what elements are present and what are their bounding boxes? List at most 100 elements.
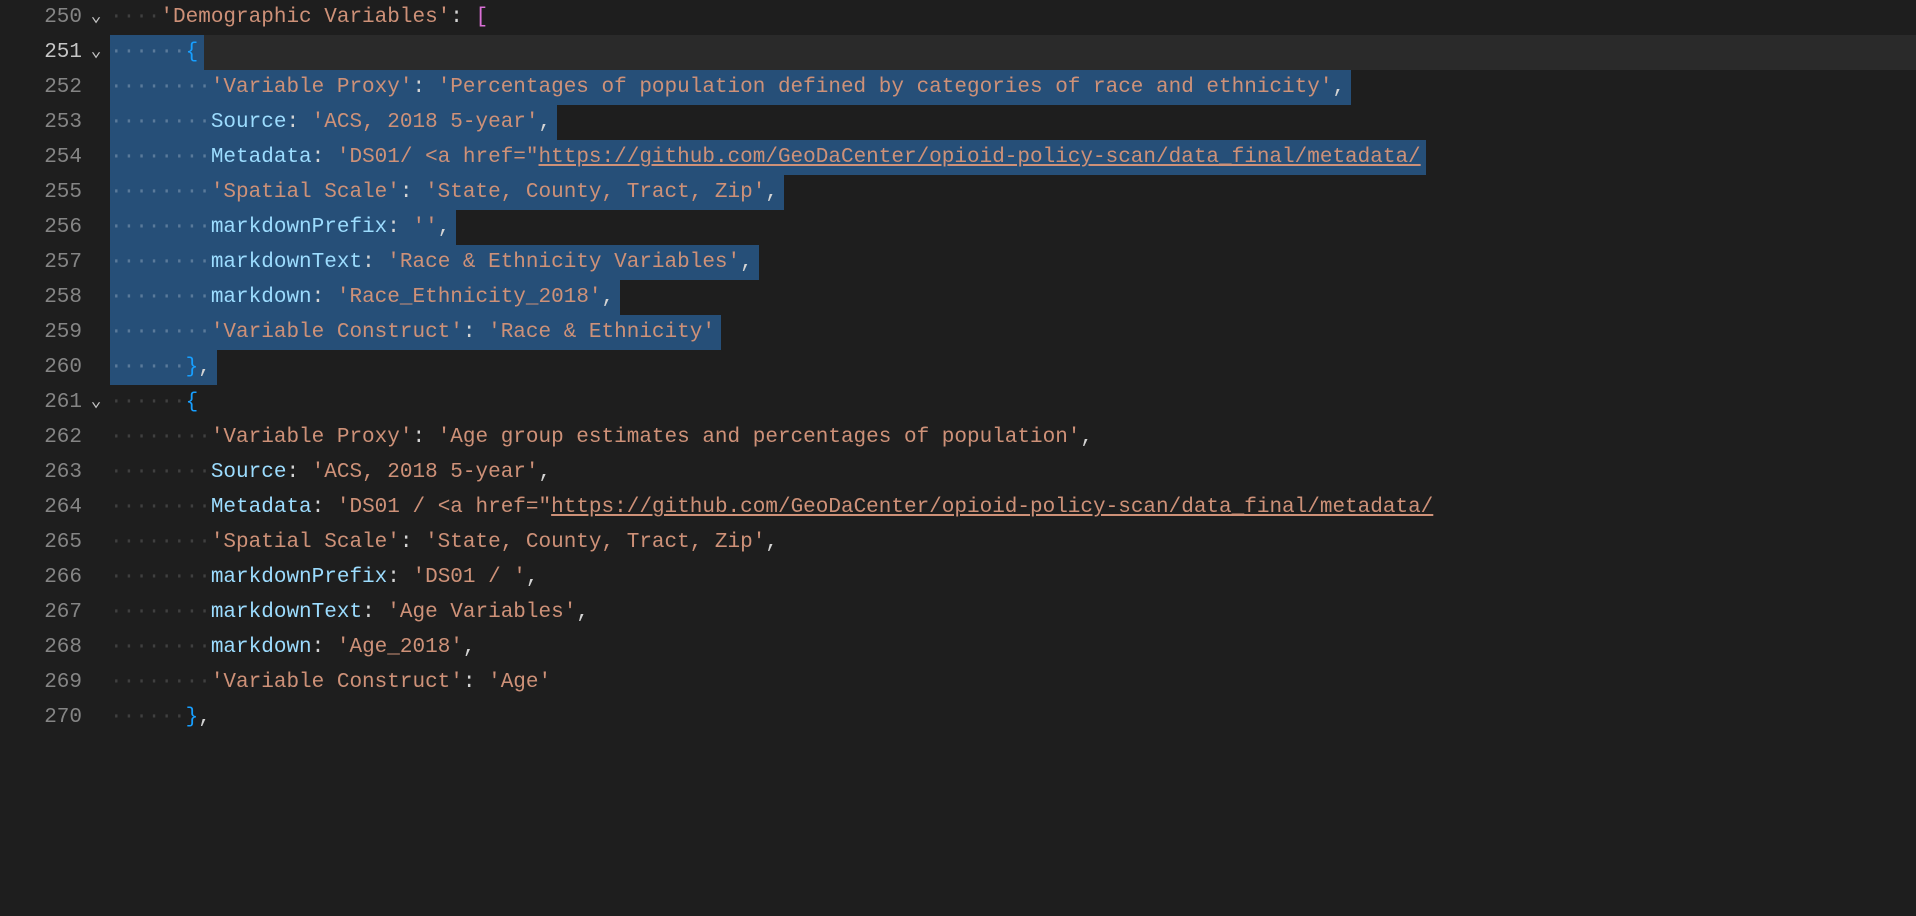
line-number[interactable]: 254	[0, 140, 110, 175]
token-punct: :	[387, 566, 412, 589]
token-punct: ,	[765, 181, 778, 204]
token-ident: markdownPrefix	[211, 566, 387, 589]
token-str: 'DS01 / <a href="	[337, 496, 551, 519]
code-line[interactable]: ········'Variable Construct': 'Race & Et…	[110, 315, 1916, 350]
token-punct: :	[286, 461, 311, 484]
token-str: 'Variable Construct'	[211, 671, 463, 694]
token-ident: markdownText	[211, 601, 362, 624]
token-str: 'Variable Proxy'	[211, 426, 413, 449]
code-line[interactable]: ········'Spatial Scale': 'State, County,…	[110, 175, 1916, 210]
line-number-gutter[interactable]: 250⌄251⌄252253254255256257258259260261⌄2…	[0, 0, 110, 735]
code-line[interactable]: ········markdownText: 'Race & Ethnicity …	[110, 245, 1916, 280]
line-number[interactable]: 266	[0, 560, 110, 595]
code-line[interactable]: ········'Variable Proxy': 'Percentages o…	[110, 70, 1916, 105]
line-number[interactable]: 255	[0, 175, 110, 210]
line-number[interactable]: 260	[0, 350, 110, 385]
code-line[interactable]: ········'Variable Proxy': 'Age group est…	[110, 420, 1916, 455]
token-punct: ,	[576, 601, 589, 624]
line-number[interactable]: 256	[0, 210, 110, 245]
token-str: 'Spatial Scale'	[211, 531, 400, 554]
token-str: 'Variable Proxy'	[211, 76, 413, 99]
token-ident: Metadata	[211, 146, 312, 169]
code-line[interactable]: ······},	[110, 350, 1916, 385]
code-line[interactable]: ····'Demographic Variables': [	[110, 0, 1916, 35]
token-str: 'Demographic Variables'	[160, 6, 450, 29]
token-punct: :	[412, 426, 437, 449]
code-line[interactable]: ······{	[110, 385, 1916, 420]
code-line[interactable]: ········Metadata: 'DS01/ <a href="https:…	[110, 140, 1916, 175]
token-ident: markdown	[211, 636, 312, 659]
token-punct: :	[312, 496, 337, 519]
token-punct: ,	[438, 216, 451, 239]
token-punct: ,	[1080, 426, 1093, 449]
fold-toggle-icon[interactable]: ⌄	[86, 385, 106, 420]
token-str: 'Percentages of population defined by ca…	[438, 76, 1333, 99]
line-number[interactable]: 269	[0, 665, 110, 700]
token-punct: :	[286, 111, 311, 134]
token-punct: ,	[198, 356, 211, 379]
token-punct: :	[400, 181, 425, 204]
fold-toggle-icon[interactable]: ⌄	[86, 35, 106, 70]
token-punct: ,	[526, 566, 539, 589]
token-punct: :	[387, 216, 412, 239]
code-line[interactable]: ········markdown: 'Race_Ethnicity_2018',	[110, 280, 1916, 315]
line-number[interactable]: 252	[0, 70, 110, 105]
code-area[interactable]: ····'Demographic Variables': [······{···…	[110, 0, 1916, 735]
token-str: 'DS01 / '	[412, 566, 525, 589]
line-number[interactable]: 267	[0, 595, 110, 630]
line-number[interactable]: 261⌄	[0, 385, 110, 420]
fold-toggle-icon[interactable]: ⌄	[86, 0, 106, 35]
code-line[interactable]: ········markdown: 'Age_2018',	[110, 630, 1916, 665]
line-number[interactable]: 265	[0, 525, 110, 560]
token-punct: ,	[765, 531, 778, 554]
code-editor[interactable]: 250⌄251⌄252253254255256257258259260261⌄2…	[0, 0, 1916, 735]
line-number[interactable]: 264	[0, 490, 110, 525]
line-number[interactable]: 259	[0, 315, 110, 350]
line-number[interactable]: 253	[0, 105, 110, 140]
code-line[interactable]: ········markdownText: 'Age Variables',	[110, 595, 1916, 630]
line-number[interactable]: 250⌄	[0, 0, 110, 35]
token-str: 'Race_Ethnicity_2018'	[337, 286, 602, 309]
code-line[interactable]: ······{	[110, 35, 1916, 70]
token-ident: Metadata	[211, 496, 312, 519]
token-str: 'ACS, 2018 5-year'	[312, 461, 539, 484]
code-line[interactable]: ········Metadata: 'DS01 / <a href="https…	[110, 490, 1916, 525]
line-number[interactable]: 258	[0, 280, 110, 315]
token-str: 'Spatial Scale'	[211, 181, 400, 204]
code-line[interactable]: ········markdownPrefix: '',	[110, 210, 1916, 245]
code-line[interactable]: ········Source: 'ACS, 2018 5-year',	[110, 455, 1916, 490]
token-str: 'DS01/ <a href="	[337, 146, 539, 169]
token-punct: :	[400, 531, 425, 554]
token-str: 'Age Variables'	[387, 601, 576, 624]
line-number[interactable]: 251⌄	[0, 35, 110, 70]
token-str: 'State, County, Tract, Zip'	[425, 531, 765, 554]
token-bracket3: }	[186, 706, 199, 729]
token-link: https://github.com/GeoDaCenter/opioid-po…	[551, 496, 1433, 519]
token-punct: ,	[1332, 76, 1345, 99]
line-number[interactable]: 270	[0, 700, 110, 735]
token-punct: :	[463, 671, 488, 694]
token-link: https://github.com/GeoDaCenter/opioid-po…	[539, 146, 1421, 169]
code-line[interactable]: ········markdownPrefix: 'DS01 / ',	[110, 560, 1916, 595]
token-ident: markdownPrefix	[211, 216, 387, 239]
token-ident: markdown	[211, 286, 312, 309]
token-punct: :	[362, 251, 387, 274]
token-punct: :	[362, 601, 387, 624]
line-number[interactable]: 262	[0, 420, 110, 455]
token-punct: :	[312, 286, 337, 309]
token-str: 'Race & Ethnicity Variables'	[387, 251, 740, 274]
code-line[interactable]: ······},	[110, 700, 1916, 735]
code-line[interactable]: ········'Variable Construct': 'Age'	[110, 665, 1916, 700]
line-number[interactable]: 263	[0, 455, 110, 490]
token-str: 'Age_2018'	[337, 636, 463, 659]
token-ident: Source	[211, 461, 287, 484]
token-bracket3: {	[186, 41, 199, 64]
line-number[interactable]: 257	[0, 245, 110, 280]
token-punct: ,	[740, 251, 753, 274]
token-ident: Source	[211, 111, 287, 134]
line-number[interactable]: 268	[0, 630, 110, 665]
token-str: 'Age'	[488, 671, 551, 694]
code-line[interactable]: ········Source: 'ACS, 2018 5-year',	[110, 105, 1916, 140]
code-line[interactable]: ········'Spatial Scale': 'State, County,…	[110, 525, 1916, 560]
token-str: 'State, County, Tract, Zip'	[425, 181, 765, 204]
